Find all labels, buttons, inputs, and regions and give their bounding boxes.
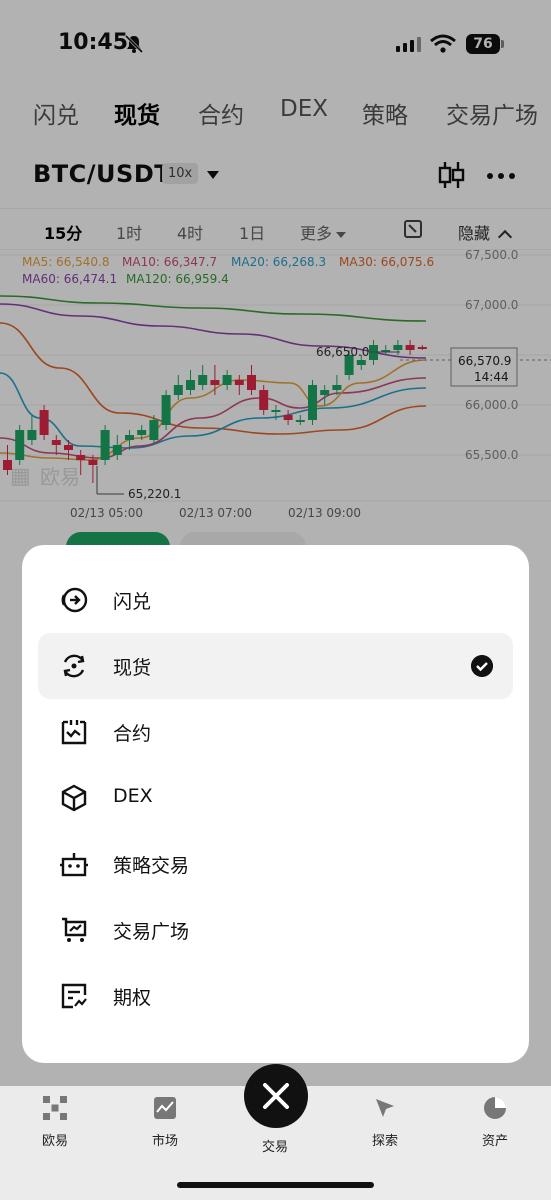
menu-label-flash-swap: 闪兑 xyxy=(113,591,152,613)
menu-item-options[interactable]: 期权 xyxy=(38,963,513,1029)
menu-item-strategy[interactable]: 策略交易 xyxy=(38,831,513,897)
close-icon xyxy=(263,1083,289,1109)
menu-label-options: 期权 xyxy=(113,987,152,1009)
futures-icon xyxy=(61,720,87,745)
nav-explore-label: 探索 xyxy=(371,1134,398,1149)
menu-label-strategy: 策略交易 xyxy=(113,855,190,877)
close-menu-button[interactable] xyxy=(244,1064,308,1128)
menu-item-flash-swap[interactable]: 闪兑 xyxy=(38,567,513,633)
menu-label-trading-square: 交易广场 xyxy=(113,921,190,943)
nav-assets[interactable]: 资产 xyxy=(450,1096,540,1149)
nav-assets-label: 资产 xyxy=(481,1134,508,1149)
check-icon xyxy=(471,655,493,677)
options-icon xyxy=(61,983,87,1009)
trade-type-sheet: 闪兑 现货 合约 DEX 策略交易 交易广场 期权 xyxy=(22,545,529,1063)
menu-label-futures: 合约 xyxy=(113,723,152,745)
menu-label-spot: 现货 xyxy=(113,657,152,679)
nav-okx[interactable]: 欧易 xyxy=(10,1096,100,1149)
home-indicator xyxy=(177,1182,374,1188)
trading-square-icon xyxy=(62,917,87,942)
menu-item-futures[interactable]: 合约 xyxy=(38,699,513,765)
assets-pie-icon xyxy=(484,1097,506,1119)
market-chart-icon xyxy=(154,1097,176,1119)
menu-item-trading-square[interactable]: 交易广场 xyxy=(38,897,513,963)
flash-swap-icon xyxy=(61,587,88,613)
spot-icon xyxy=(63,654,85,678)
nav-explore[interactable]: 探索 xyxy=(340,1096,430,1149)
nav-market[interactable]: 市场 xyxy=(120,1096,210,1149)
menu-item-spot[interactable]: 现货 xyxy=(38,633,513,699)
dex-cube-icon xyxy=(61,784,87,812)
explore-compass-icon xyxy=(376,1099,394,1117)
nav-trade[interactable]: 交易 xyxy=(230,1130,320,1155)
nav-okx-label: 欧易 xyxy=(41,1134,68,1149)
menu-label-dex: DEX xyxy=(113,785,153,807)
nav-market-label: 市场 xyxy=(151,1134,178,1149)
nav-trade-label: 交易 xyxy=(261,1140,288,1155)
okx-logo-icon xyxy=(43,1096,67,1120)
bot-icon xyxy=(60,853,88,877)
menu-item-dex[interactable]: DEX xyxy=(38,765,513,831)
